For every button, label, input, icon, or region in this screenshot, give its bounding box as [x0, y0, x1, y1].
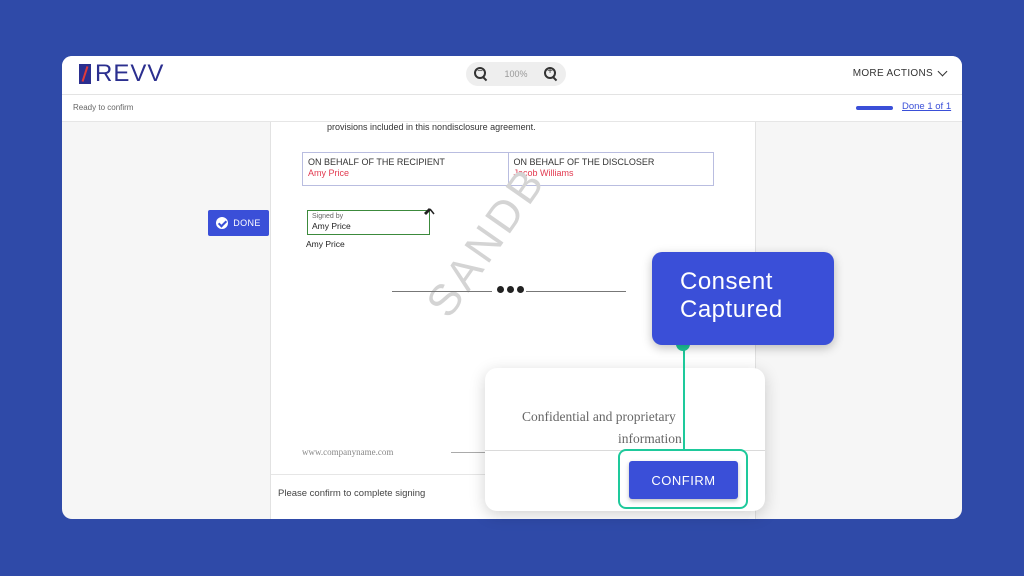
zoom-level: 100%: [504, 69, 528, 79]
page-break-dots: [497, 286, 524, 293]
signature-name: Amy Price: [312, 221, 351, 231]
confidential-text: Confidential and proprietary information: [522, 406, 682, 450]
page-break-line-left: [392, 291, 492, 292]
confidential-line-1: Confidential and proprietary: [522, 409, 676, 424]
logo-mark-icon: [79, 64, 91, 84]
provisions-text: provisions included in this nondisclosur…: [327, 122, 536, 132]
done-progress-link[interactable]: Done 1 of 1: [902, 101, 951, 112]
zoom-out-icon[interactable]: −: [474, 66, 488, 82]
pen-icon: [424, 208, 435, 215]
confirm-hint: Please confirm to complete signing: [278, 488, 426, 499]
status-bar: Ready to confirm Done 1 of 1: [62, 95, 962, 122]
callout-line-2: Captured: [680, 296, 783, 323]
revv-logo[interactable]: REVV: [79, 60, 165, 87]
discloser-heading: ON BEHALF OF THE DISCLOSER: [513, 157, 655, 167]
page-break-line-right: [526, 291, 626, 292]
footer-url: www.companyname.com: [302, 447, 394, 457]
recipient-heading: ON BEHALF OF THE RECIPIENT: [308, 157, 445, 167]
recipient-name: Amy Price: [308, 168, 350, 178]
callout-line-1: Consent: [680, 268, 773, 295]
confirm-button[interactable]: CONFIRM: [629, 461, 738, 499]
done-label: DONE: [233, 218, 261, 228]
recipient-cell: ON BEHALF OF THE RECIPIENT Amy Price: [303, 153, 508, 185]
signer-name: Amy Price: [306, 239, 345, 249]
zoom-in-icon[interactable]: +: [544, 66, 558, 82]
progress-bar: [856, 106, 893, 110]
confidential-line-2: information: [618, 431, 682, 446]
signed-by-label: Signed by: [312, 213, 344, 220]
done-button[interactable]: DONE: [208, 210, 269, 236]
check-circle-icon: [216, 217, 229, 229]
more-actions-label: MORE ACTIONS: [852, 68, 933, 79]
consent-captured-callout: Consent Captured: [652, 252, 834, 345]
logo-text: REVV: [95, 60, 165, 87]
callout-connector: [683, 345, 685, 450]
more-actions-menu[interactable]: MORE ACTIONS: [852, 66, 948, 79]
zoom-controls: − 100% +: [466, 62, 566, 86]
status-text: Ready to confirm: [73, 103, 134, 112]
signature-field[interactable]: Signed by Amy Price: [307, 210, 430, 235]
chevron-down-icon: [937, 66, 948, 77]
top-bar: REVV − 100% + MORE ACTIONS: [62, 56, 962, 95]
